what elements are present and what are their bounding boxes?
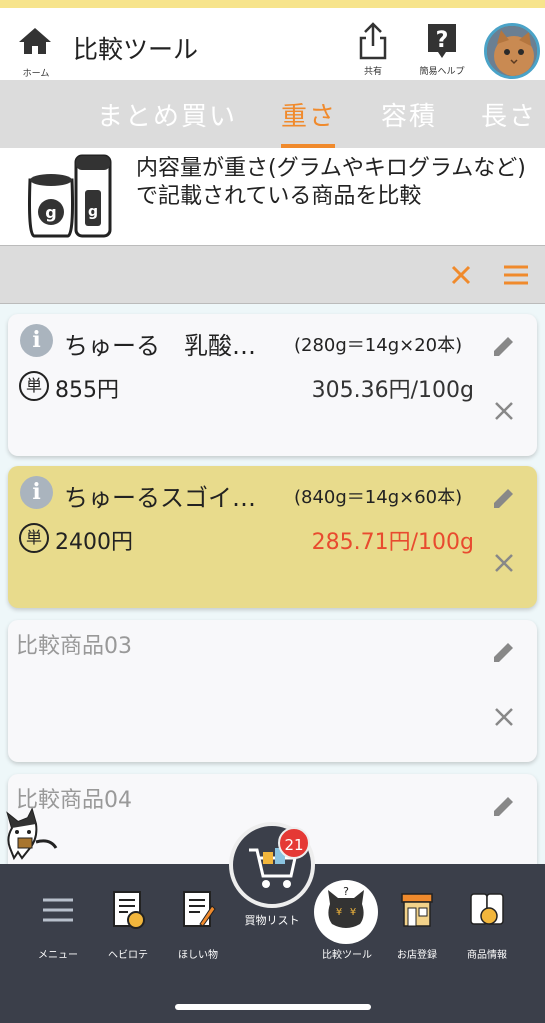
pencil-icon — [494, 489, 513, 508]
info-icon[interactable]: i — [20, 476, 53, 509]
nav-wishlist[interactable]: ほしい物 — [165, 888, 231, 968]
home-icon — [19, 28, 51, 54]
svg-text:¥: ¥ — [336, 907, 342, 918]
wishlist-icon — [183, 891, 216, 927]
cat-mascot-icon — [2, 807, 64, 862]
nav-label: 比較ツール — [322, 950, 372, 961]
repeat-list-icon — [113, 891, 145, 929]
unit-badge: 単 — [19, 371, 49, 401]
product-quantity: (280g＝14g×20本) — [294, 335, 463, 356]
close-icon — [451, 265, 471, 285]
home-label: ホーム — [22, 69, 50, 79]
page-title: 比較ツール — [73, 35, 199, 64]
close-icon — [495, 554, 513, 572]
svg-text:g: g — [88, 204, 98, 220]
close-icon — [495, 708, 513, 726]
placeholder-label: 比較商品03 — [16, 634, 132, 659]
info-icon[interactable]: i — [20, 324, 53, 357]
app-header: ホーム 比較ツール 共有 ? 簡易ヘルプ — [0, 8, 545, 80]
edit-button[interactable] — [490, 638, 518, 666]
comparison-list: i ちゅーる 乳酸… (280g＝14g×20本) 単 855円 305.36円… — [0, 304, 545, 864]
list-menu-button[interactable] — [502, 262, 530, 288]
description-panel: g g 内容量が重さ(グラムやキログラムなど)で記載されている商品を比較 — [0, 148, 545, 245]
help-label: 簡易ヘルプ — [419, 67, 465, 77]
hamburger-icon — [504, 265, 528, 285]
tab-volume[interactable]: 容積 — [381, 96, 437, 133]
tab-weight[interactable]: 重さ — [281, 96, 337, 133]
product-quantity: (840g＝14g×60本) — [294, 487, 463, 508]
tab-length[interactable]: 長さ — [481, 96, 537, 133]
svg-text:?: ? — [436, 28, 449, 53]
hamburger-icon — [43, 898, 73, 922]
product-price: 2400円 — [55, 530, 133, 555]
description-text: 内容量が重さ(グラムやキログラムなど)で記載されている商品を比較 — [136, 156, 526, 209]
tab-bulk[interactable]: まとめ買い — [97, 96, 237, 133]
help-icon: ? — [428, 24, 456, 58]
cart-count-badge: 21 — [278, 827, 310, 859]
pencil-icon — [494, 643, 513, 662]
weight-jars-icon: g g — [28, 154, 112, 238]
pencil-icon — [494, 797, 513, 816]
pencil-icon — [494, 337, 513, 356]
home-button[interactable]: ホーム — [12, 22, 58, 82]
nav-store[interactable]: お店登録 — [384, 888, 450, 968]
nav-label: メニュー — [38, 950, 78, 961]
empty-product-card[interactable]: 比較商品03 — [8, 620, 537, 762]
help-button[interactable]: ? 簡易ヘルプ — [410, 20, 474, 80]
compare-active-icon[interactable]: ? ¥ ¥ — [314, 880, 378, 944]
product-card[interactable]: i ちゅーる 乳酸… (280g＝14g×20本) 単 855円 305.36円… — [8, 314, 537, 456]
delete-button[interactable] — [492, 399, 516, 423]
share-label: 共有 — [363, 67, 382, 77]
product-name: ちゅーる 乳酸… — [64, 332, 256, 360]
nav-label: ヘビロテ — [108, 950, 148, 961]
tab-bar: まとめ買い 重さ 容積 長さ — [0, 80, 545, 148]
edit-button[interactable] — [490, 484, 518, 512]
nav-label: ほしい物 — [178, 950, 218, 961]
svg-text:g: g — [45, 203, 56, 222]
cat-compare-icon: ?¥ ¥ — [328, 885, 364, 928]
list-toolbar — [0, 245, 545, 304]
store-icon — [401, 893, 433, 927]
cart-label: 買物リスト — [244, 914, 300, 927]
unit-badge: 単 — [19, 523, 49, 553]
svg-text:?: ? — [343, 885, 349, 898]
cat-avatar-icon — [487, 26, 537, 76]
nav-hebirote[interactable]: ヘビロテ — [95, 888, 161, 968]
unit-price-best: 285.71円/100g — [311, 530, 474, 555]
delete-button[interactable] — [492, 705, 516, 729]
edit-button[interactable] — [490, 332, 518, 360]
unit-price: 305.36円/100g — [311, 378, 474, 403]
product-name: ちゅーるスゴイ… — [64, 484, 256, 512]
nav-product-info[interactable]: 商品情報 — [454, 888, 520, 968]
nav-menu[interactable]: メニュー — [25, 888, 91, 968]
clear-all-button[interactable] — [448, 262, 474, 288]
home-indicator — [175, 1004, 371, 1010]
product-price: 855円 — [55, 378, 119, 403]
delete-button[interactable] — [492, 551, 516, 575]
product-card-best[interactable]: i ちゅーるスゴイ… (840g＝14g×60本) 単 2400円 285.71… — [8, 466, 537, 608]
product-info-icon — [470, 893, 504, 925]
close-icon — [495, 402, 513, 420]
share-button[interactable]: 共有 — [350, 20, 396, 80]
avatar[interactable] — [484, 23, 540, 79]
top-stripe — [0, 0, 545, 8]
share-icon — [359, 22, 387, 60]
nav-label: お店登録 — [397, 950, 437, 961]
edit-button[interactable] — [490, 792, 518, 820]
svg-text:¥: ¥ — [350, 907, 356, 918]
nav-label: 商品情報 — [467, 950, 507, 961]
